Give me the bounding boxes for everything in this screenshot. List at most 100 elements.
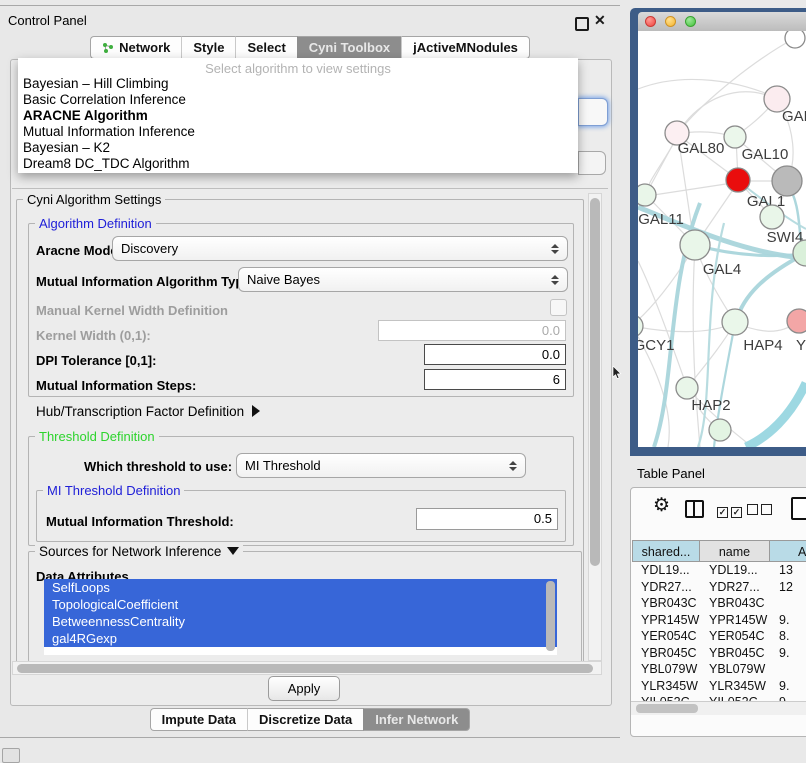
table-cell: 12: [770, 579, 806, 596]
attribute-item-selected[interactable]: gal4RGexp: [44, 630, 557, 647]
network-edge[interactable]: [693, 246, 700, 447]
hub-definition-toggle[interactable]: Hub/Transcription Factor Definition: [36, 404, 260, 419]
node-label: GAL10: [742, 146, 789, 163]
network-node[interactable]: [722, 309, 748, 335]
table-cell: YBR045C: [632, 645, 700, 662]
table-hscrollbar-track[interactable]: [631, 701, 806, 715]
network-window-titlebar[interactable]: [638, 12, 806, 32]
tab-cyni-toolbox[interactable]: Cyni Toolbox: [297, 36, 401, 59]
network-node[interactable]: [787, 309, 806, 333]
mi-type-combo[interactable]: Naive Bayes: [238, 267, 568, 292]
network-node[interactable]: [785, 31, 805, 48]
attributes-scrollbar[interactable]: [546, 581, 555, 651]
apply-button[interactable]: Apply: [268, 676, 340, 701]
split-panel-icon[interactable]: [685, 500, 704, 518]
close-icon[interactable]: ✕: [594, 12, 606, 29]
table-cell: YPR145W: [632, 612, 700, 629]
mi-threshold-group-title: MI Threshold Definition: [43, 483, 184, 498]
table-cell: YLR345W: [700, 678, 770, 695]
table-cell: YDR27...: [632, 579, 700, 596]
network-node[interactable]: [680, 230, 710, 260]
table-header: shared... name A: [632, 540, 806, 562]
algorithm-dropdown-popup: Select algorithm to view settings Bayesi…: [18, 58, 578, 173]
tab-style[interactable]: Style: [181, 36, 235, 59]
collapsed-panel-button[interactable]: [2, 748, 20, 763]
sources-title[interactable]: Sources for Network Inference: [35, 544, 243, 559]
network-node[interactable]: [638, 315, 643, 337]
network-edge[interactable]: [679, 92, 777, 131]
network-node[interactable]: [638, 184, 656, 206]
network-node[interactable]: [724, 126, 746, 148]
node-label: GAL11: [638, 211, 684, 228]
attribute-item-selected[interactable]: TopologicalCoefficient: [44, 596, 557, 613]
table-row[interactable]: YER054CYER054C8.: [632, 628, 806, 645]
attribute-item-selected[interactable]: BetweennessCentrality: [44, 613, 557, 630]
table-hscrollbar-thumb[interactable]: [636, 704, 698, 713]
tab-select[interactable]: Select: [235, 36, 296, 59]
aracne-mode-value: Discovery: [121, 241, 550, 256]
zoom-traffic-light[interactable]: [685, 16, 696, 27]
table-row[interactable]: YPR145WYPR145W9.: [632, 612, 806, 629]
network-node[interactable]: [726, 168, 750, 192]
tab-discretize-data[interactable]: Discretize Data: [247, 708, 363, 731]
table-row[interactable]: YBL079WYBL079W: [632, 661, 806, 678]
table-cell: YDR27...: [700, 579, 770, 596]
tab-impute-data[interactable]: Impute Data: [150, 708, 247, 731]
table-row[interactable]: YLR345WYLR345W9.: [632, 678, 806, 695]
tab-infer-network[interactable]: Infer Network: [363, 708, 470, 731]
aracne-mode-combo[interactable]: Discovery: [112, 236, 568, 261]
network-edge[interactable]: [638, 79, 776, 98]
settings-vscrollbar-thumb[interactable]: [590, 198, 600, 566]
table-cell: 9.: [770, 678, 806, 695]
mi-threshold-field[interactable]: 0.5: [416, 508, 558, 530]
network-node[interactable]: [676, 377, 698, 399]
network-node[interactable]: [709, 419, 731, 441]
table-row[interactable]: YDL19...YDL19...13: [632, 562, 806, 579]
table-cell: YDL19...: [632, 562, 700, 579]
checked-columns-icon[interactable]: ✓✓: [717, 502, 745, 520]
network-edge[interactable]: [647, 182, 739, 196]
column-header-a[interactable]: A: [770, 540, 806, 562]
table-cell: YER054C: [700, 628, 770, 645]
threshold-definition-title: Threshold Definition: [35, 429, 159, 444]
manual-kernel-checkbox[interactable]: [550, 299, 567, 316]
algorithm-option[interactable]: Basic Correlation Inference: [18, 92, 578, 108]
dpi-tolerance-field[interactable]: 0.0: [424, 344, 566, 365]
kernel-width-field[interactable]: 0.0: [378, 320, 566, 341]
algorithm-option[interactable]: Bayesian – Hill Climbing: [18, 76, 578, 92]
settings-hscrollbar-thumb[interactable]: [17, 664, 593, 673]
tab-jactivemnodules[interactable]: jActiveMNodules: [401, 36, 530, 59]
network-node[interactable]: [772, 166, 802, 196]
table-row[interactable]: YBR043CYBR043C: [632, 595, 806, 612]
settings-vscrollbar-track[interactable]: [588, 193, 602, 661]
algorithm-option[interactable]: Mutual Information Inference: [18, 124, 578, 140]
table-cell: YPR145W: [700, 612, 770, 629]
which-threshold-combo[interactable]: MI Threshold: [236, 453, 526, 478]
mi-threshold-label: Mutual Information Threshold:: [46, 514, 234, 529]
algorithm-option[interactable]: Dream8 DC_TDC Algorithm: [18, 156, 578, 172]
algorithm-option[interactable]: Bayesian – K2: [18, 140, 578, 156]
table-row[interactable]: YBR045CYBR045C9.: [632, 645, 806, 662]
network-edge[interactable]: [638, 323, 734, 332]
network-view-window: GALGAL80GAL10GAL1SWI4GAL11GAL4GCY1HAP4YH…: [630, 8, 806, 456]
close-traffic-light[interactable]: [645, 16, 656, 27]
network-node[interactable]: [760, 205, 784, 229]
attribute-item-selected[interactable]: SelfLoops: [44, 579, 557, 596]
algorithm-option-selected[interactable]: ARACNE Algorithm: [18, 108, 578, 124]
settings-hscrollbar-track[interactable]: [12, 661, 602, 675]
algorithm-popup-placeholder: Select algorithm to view settings: [18, 61, 578, 76]
gear-icon[interactable]: ⚙: [653, 494, 670, 517]
document-icon[interactable]: [791, 497, 806, 520]
network-icon: [102, 42, 114, 54]
column-header-shared[interactable]: shared...: [632, 540, 700, 562]
dpi-tolerance-label: DPI Tolerance [0,1]:: [36, 353, 156, 368]
network-edge[interactable]: [746, 383, 806, 447]
mi-steps-field[interactable]: 6: [424, 369, 566, 390]
table-row[interactable]: YDR27...YDR27...12: [632, 579, 806, 596]
column-header-name[interactable]: name: [700, 540, 770, 562]
float-window-icon[interactable]: [575, 17, 589, 31]
tab-network[interactable]: Network: [90, 36, 181, 59]
unchecked-columns-icon[interactable]: [747, 502, 775, 520]
network-canvas[interactable]: GALGAL80GAL10GAL1SWI4GAL11GAL4GCY1HAP4YH…: [638, 31, 806, 447]
minimize-traffic-light[interactable]: [665, 16, 676, 27]
